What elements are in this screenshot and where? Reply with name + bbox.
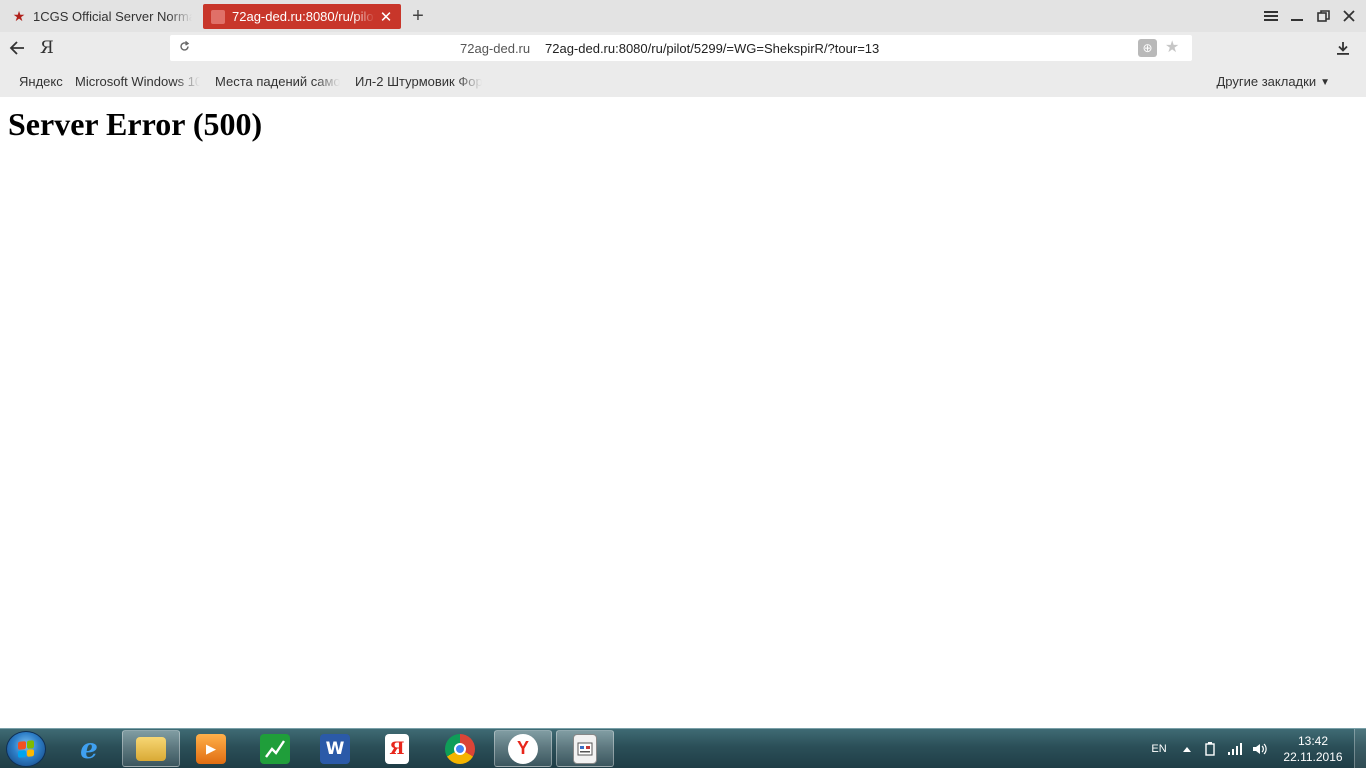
taskbar-stock-chart[interactable] (246, 730, 304, 767)
start-button[interactable] (6, 731, 46, 767)
chrome-icon (445, 733, 475, 764)
windows-logo-icon (18, 740, 34, 758)
page-content: Server Error (500) (0, 97, 1366, 728)
protect-icon[interactable]: ⊕ (1138, 39, 1157, 57)
taskbar-yandex-browser[interactable]: Y (494, 730, 552, 767)
address-domain: 72ag-ded.ru (460, 41, 531, 56)
chevron-down-icon: ▼ (1320, 77, 1330, 88)
power-icon[interactable] (1202, 729, 1218, 768)
tab-1cgs[interactable]: ★ 1CGS Official Server Normal (4, 4, 200, 29)
taskbar-word[interactable]: W (306, 730, 364, 767)
reload-icon[interactable] (176, 38, 192, 58)
tab-title: 1CGS Official Server Normal (33, 9, 192, 24)
close-tab-icon[interactable]: ✕ (379, 8, 393, 26)
taskbar-chrome[interactable] (431, 730, 489, 767)
new-tab-button[interactable]: + (408, 5, 428, 27)
taskbar-document-app[interactable] (556, 730, 614, 767)
show-desktop-button[interactable] (1354, 729, 1366, 768)
clock-date: 22.11.2016 (1283, 750, 1343, 764)
taskbar: e ▶ W Я Y EN 13:42 22.11.2016 (0, 728, 1366, 768)
clock-time: 13:42 (1297, 734, 1329, 748)
restore-icon[interactable] (1312, 6, 1334, 26)
stock-chart-icon (260, 733, 290, 764)
menu-icon[interactable] (1260, 6, 1282, 26)
tray-expand-icon[interactable] (1180, 729, 1194, 768)
page-title: Server Error (500) (8, 106, 263, 142)
other-bookmarks-button[interactable]: Другие закладки ▼ (1216, 74, 1330, 89)
taskbar-yandex[interactable]: Я (368, 730, 426, 767)
word-icon: W (320, 733, 350, 764)
tab-72ag-ded[interactable]: 72ag-ded.ru:8080/ru/pilot/5299/=WG=Sheks… (203, 4, 401, 29)
taskbar-media-player[interactable]: ▶ (182, 730, 240, 767)
network-signal-icon[interactable] (1226, 729, 1244, 768)
bookmark-crash-sites[interactable]: Места падений самолетов (215, 74, 340, 89)
close-window-icon[interactable] (1338, 6, 1360, 26)
star-icon: ★ (12, 8, 26, 24)
bookmark-il2-forum[interactable]: Ил-2 Штурмовик Форум (355, 74, 482, 89)
bookmark-star-icon[interactable]: ★ (1165, 37, 1179, 57)
download-icon[interactable] (1333, 38, 1353, 58)
language-indicator[interactable]: EN (1148, 729, 1170, 768)
page-favicon-icon (211, 9, 225, 24)
yandex-icon: Я (385, 733, 409, 764)
internet-explorer-icon: e (80, 732, 98, 765)
yandex-logo-icon[interactable]: Я (40, 38, 54, 58)
taskbar-internet-explorer[interactable]: e (60, 730, 118, 767)
tab-title: 72ag-ded.ru:8080/ru/pilot/5299/=WG=Sheks… (232, 9, 375, 24)
yandex-browser-icon: Y (508, 733, 538, 764)
system-clock[interactable]: 13:42 22.11.2016 (1278, 733, 1348, 765)
bookmark-yandex[interactable]: Яндекс (19, 74, 63, 89)
address-bar[interactable]: 72ag-ded.ru 72ag-ded.ru:8080/ru/pilot/52… (170, 35, 1192, 61)
tab-strip: ★ 1CGS Official Server Normal 72ag-ded.r… (0, 0, 1366, 32)
file-explorer-icon (136, 736, 166, 761)
bookmarks-bar: Яндекс Microsoft Windows 10 Места падени… (0, 64, 1366, 97)
document-app-icon (573, 733, 597, 764)
volume-icon[interactable] (1250, 729, 1270, 768)
taskbar-file-explorer[interactable] (122, 730, 180, 767)
other-bookmarks-label: Другие закладки (1216, 74, 1317, 89)
media-player-icon: ▶ (196, 733, 226, 764)
back-arrow-icon[interactable] (5, 37, 29, 59)
navigation-bar: Я 72ag-ded.ru 72ag-ded.ru:8080/ru/pilot/… (0, 32, 1366, 64)
address-url[interactable]: 72ag-ded.ru:8080/ru/pilot/5299/=WG=Sheks… (545, 41, 879, 56)
bookmark-microsoft-windows[interactable]: Microsoft Windows 10 (75, 74, 200, 89)
minimize-icon[interactable] (1286, 6, 1308, 26)
